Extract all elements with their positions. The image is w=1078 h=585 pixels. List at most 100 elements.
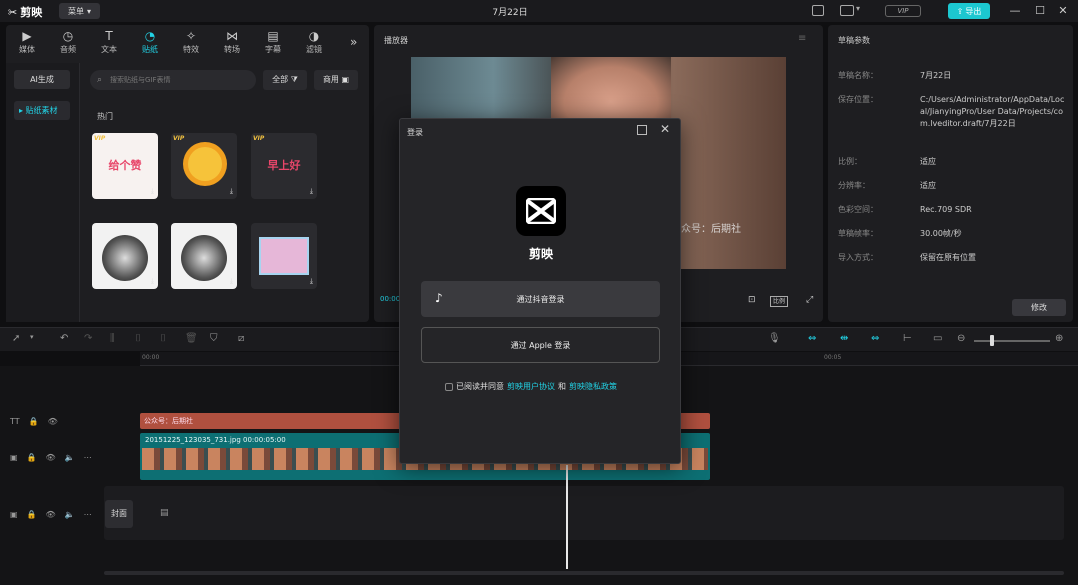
capcut-logo-icon: ✂ — [8, 5, 18, 19]
download-icon[interactable]: ⤓ — [230, 187, 233, 196]
eye-icon[interactable]: 👁 — [46, 510, 56, 519]
main-track[interactable] — [104, 486, 1064, 540]
maximize-icon[interactable]: ☐ — [1033, 4, 1047, 17]
eye-icon[interactable]: 👁 — [48, 417, 58, 426]
split-left-icon[interactable]: ⌷ — [135, 333, 141, 344]
tab-label: 贴纸 — [142, 45, 158, 54]
close-icon[interactable]: ✕ — [1056, 4, 1070, 17]
playhead[interactable] — [566, 465, 568, 569]
user-agreement-link[interactable]: 剪映用户协议 — [507, 381, 555, 392]
download-icon[interactable]: ⤓ — [230, 277, 233, 286]
download-icon[interactable]: ⤓ — [151, 277, 154, 286]
zoom-in-icon[interactable]: ⊕ — [1055, 333, 1063, 344]
split-icon[interactable]: ⫼ — [110, 333, 115, 344]
crop-icon[interactable]: ⧄ — [238, 333, 244, 344]
menu-icon[interactable]: ≡ — [798, 33, 806, 44]
linkage-icon[interactable]: ⇔ — [871, 333, 879, 344]
sticker-item[interactable]: ⤓ — [171, 223, 237, 289]
dialog-app-name: 剪映 — [528, 247, 553, 261]
maximize-icon[interactable] — [637, 125, 647, 135]
agreement-checkbox[interactable] — [445, 382, 453, 391]
zoom-out-icon[interactable]: ⊖ — [957, 333, 965, 344]
lock-icon[interactable]: 🔒 — [27, 453, 37, 462]
tab-text[interactable]: T 文本 — [91, 29, 127, 55]
cover-thumb-icon: ▣ — [10, 510, 18, 519]
preview-axis-icon[interactable]: ⊢ — [903, 333, 912, 344]
timeline-scrollbar[interactable] — [104, 571, 1064, 575]
apple-login-button[interactable]: 通过 Apple 登录 — [421, 327, 660, 363]
redo-icon[interactable]: ↷ — [84, 333, 92, 344]
sticker-category-item[interactable]: ▸ 贴纸素材 — [14, 101, 70, 120]
sticker-item[interactable]: VIP 给个赞 ⤓ — [92, 133, 158, 199]
volume-icon[interactable]: 🔈 — [65, 453, 75, 462]
param-value: 保留在原有位置 — [920, 253, 976, 262]
tab-transition[interactable]: ⋈ 转场 — [214, 29, 250, 55]
volume-icon[interactable]: 🔈 — [65, 510, 75, 519]
params-title: 草稿参数 — [838, 36, 870, 45]
main-track-magnet-icon[interactable]: ⇔ — [808, 333, 816, 344]
ai-generate-button[interactable]: AI生成 — [14, 70, 70, 89]
sticker-item[interactable]: ⤓ — [92, 223, 158, 289]
download-icon[interactable]: ⤓ — [310, 277, 313, 286]
menu-button[interactable]: 菜单 ▾ — [59, 3, 100, 19]
more-icon[interactable]: ⋯ — [84, 453, 92, 462]
eye-icon[interactable]: 👁 — [46, 453, 56, 462]
tab-label: 媒体 — [19, 45, 35, 54]
sticker-item[interactable]: VIP 早上好 ⤓ — [251, 133, 317, 199]
more-icon[interactable]: ⋯ — [84, 510, 92, 519]
tab-caption[interactable]: ▤ 字幕 — [255, 29, 291, 55]
sticker-sidebar: AI生成 ▸ 贴纸素材 — [6, 63, 80, 322]
douyin-login-button[interactable]: ♪ 通过抖音登录 — [421, 281, 660, 317]
mark-icon[interactable]: ⛉ — [210, 333, 218, 344]
tab-media[interactable]: ▶ 媒体 — [9, 29, 45, 55]
tab-label: 文本 — [101, 45, 117, 54]
sticker-search-input[interactable]: ⌕ 搜索贴纸与GIF表情 — [90, 70, 256, 90]
download-icon[interactable]: ⤓ — [151, 187, 154, 196]
draft-params-panel: 草稿参数 修改 草稿名称： 7月22日 保存位置： C:/Users/Administ… — [828, 25, 1073, 322]
chevron-down-icon[interactable]: ▾ — [856, 4, 860, 13]
fullscreen-icon[interactable]: ⤢ — [806, 295, 813, 305]
export-button[interactable]: ⇪ 导出 — [948, 3, 990, 19]
more-tabs-icon[interactable]: » — [350, 35, 357, 49]
sticker-item[interactable]: VIP ⤓ — [171, 133, 237, 199]
lock-icon[interactable]: 🔒 — [27, 510, 37, 519]
minimize-icon[interactable]: — — [1008, 4, 1022, 17]
param-key: 导入方式： — [838, 253, 878, 262]
capcut-logo-icon — [516, 186, 566, 236]
search-placeholder: 搜索贴纸与GIF表情 — [110, 76, 171, 84]
tab-audio[interactable]: ◷ 音频 — [50, 29, 86, 55]
app-window: ✂ 剪映 菜单 ▾ 7月22日 ▾ VIP ⇪ 导出 — ☐ ✕ ▶ 媒体 ◷ 音频 T… — [0, 0, 1078, 585]
cover-button[interactable]: 封面 — [105, 500, 133, 528]
tab-filter[interactable]: ◑ 滤镜 — [296, 29, 332, 55]
vip-badge[interactable]: VIP — [885, 5, 921, 17]
lock-icon[interactable]: 🔒 — [29, 417, 39, 426]
modify-button[interactable]: 修改 — [1012, 299, 1066, 316]
close-icon[interactable]: ✕ — [660, 122, 670, 136]
layout-icon[interactable] — [812, 5, 824, 16]
auto-snap-icon[interactable]: ⇹ — [840, 333, 848, 344]
tab-sticker[interactable]: ◔ 贴纸 — [132, 29, 168, 55]
section-title: 热门 — [97, 112, 113, 121]
split-right-icon[interactable]: ⌷ — [160, 333, 166, 344]
chevron-down-icon[interactable]: ▾ — [30, 333, 34, 341]
delete-icon[interactable]: 🗑 — [185, 333, 198, 344]
media-icon: ▶ — [22, 29, 32, 43]
zoom-slider-handle[interactable] — [990, 335, 994, 346]
select-cursor-icon[interactable]: ➚ — [12, 333, 20, 344]
comment-icon[interactable]: ▭ — [933, 333, 942, 344]
tab-effects[interactable]: ✧ 特效 — [173, 29, 209, 55]
download-icon[interactable]: ⤓ — [310, 187, 313, 196]
zoom-slider[interactable] — [974, 340, 1050, 342]
layout-mode-icon[interactable] — [840, 5, 854, 16]
meme-face-image — [102, 235, 148, 281]
undo-icon[interactable]: ↶ — [60, 333, 68, 344]
commercial-filter-button[interactable]: 商用 ▣ — [314, 70, 358, 90]
filter-all-button[interactable]: 全部 ⧩ — [263, 70, 307, 90]
microphone-icon[interactable]: 🎙 — [768, 333, 781, 344]
privacy-policy-link[interactable]: 剪映隐私政策 — [569, 381, 617, 392]
chevron-down-icon: ▾ — [86, 6, 91, 16]
menu-label: 菜单 — [67, 6, 84, 16]
sticker-item[interactable]: ⤓ — [251, 223, 317, 289]
aspect-ratio-button[interactable]: 比例 — [770, 296, 789, 307]
fullscreen-crop-icon[interactable]: ⊡ — [748, 295, 756, 305]
